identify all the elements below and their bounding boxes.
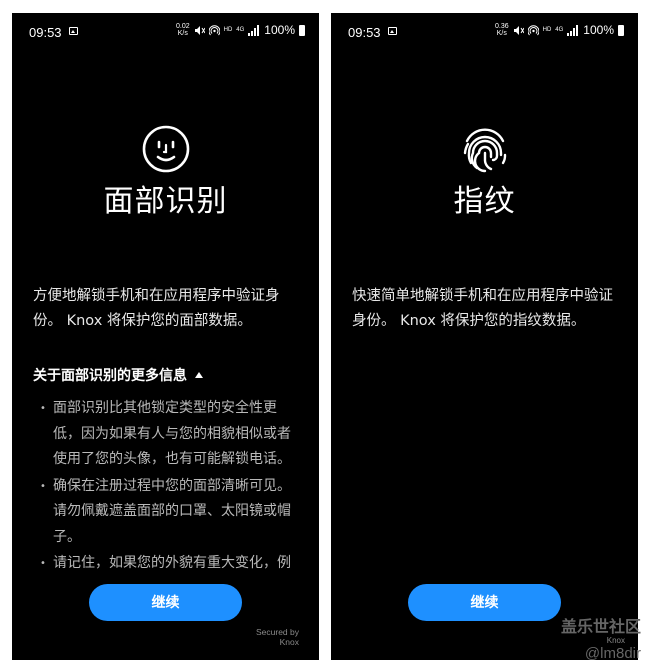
status-icons: 0.36 K/s HD 4G 100% (495, 23, 624, 37)
watermark: 盖乐世社区 Knox @lm8dir (561, 617, 641, 663)
face-recognition-screen: 09:53 0.02 K/s HD 4G 100% 面部识别 方便地解锁手机和在应… (12, 13, 319, 660)
more-info-label: 关于面部识别的更多信息 (33, 368, 187, 384)
battery-icon (299, 24, 305, 36)
watermark-user: @lm8dir (584, 645, 641, 662)
fingerprint-screen: 09:53 0.36 K/s HD 4G 100% 指纹 快速简单地解锁手机和在应… (331, 13, 638, 660)
hotspot-icon (208, 24, 220, 35)
status-bar: 09:53 0.36 K/s HD 4G 100% (331, 13, 638, 51)
fingerprint-icon (463, 128, 506, 173)
mute-icon (194, 25, 205, 35)
signal-icon (567, 24, 579, 36)
secured-by-knox-label: Secured by Knox (256, 627, 299, 647)
status-time: 09:53 (29, 25, 62, 40)
more-info-toggle[interactable]: 关于面部识别的更多信息 (33, 365, 203, 385)
watermark-knox: Knox (606, 636, 625, 645)
network-type: 4G (236, 27, 245, 33)
status-time: 09:53 (348, 25, 381, 40)
network-type: 4G (555, 27, 564, 33)
mute-icon (513, 25, 524, 35)
hd-indicator: HD (223, 27, 233, 33)
list-item: 确保在注册过程中您的面部清晰可见。请勿佩戴遮盖面部的口罩、太阳镜或帽子。 (40, 474, 301, 551)
gallery-notification-icon (388, 27, 397, 35)
battery-icon (618, 24, 624, 36)
page-title: 面部识别 (103, 184, 228, 219)
watermark-site: 盖乐世社区 (560, 617, 641, 636)
network-speed: 0.02 K/s (175, 23, 190, 37)
continue-button[interactable]: 继续 (408, 584, 561, 621)
status-bar: 09:53 0.02 K/s HD 4G 100% (12, 13, 319, 51)
hd-indicator: HD (542, 27, 552, 33)
description-text: 快速简单地解锁手机和在应用程序中验证身份。 Knox 将保护您的指纹数据。 (352, 288, 613, 329)
continue-button[interactable]: 继续 (89, 584, 242, 621)
info-bullet-list: 面部识别比其他锁定类型的安全性更低，因为如果有人与您的相貌相似或者使用了您的头像… (40, 396, 301, 578)
list-item: 面部识别比其他锁定类型的安全性更低，因为如果有人与您的相貌相似或者使用了您的头像… (40, 396, 301, 473)
network-speed: 0.36 K/s (494, 23, 509, 37)
face-smile-icon (142, 125, 189, 173)
list-item: 请记住，如果您的外貌有重大变化，例 (40, 551, 301, 577)
battery-percent: 100% (583, 23, 614, 37)
hotspot-icon (527, 24, 539, 35)
signal-icon (248, 24, 260, 36)
gallery-notification-icon (69, 27, 78, 35)
description-text: 方便地解锁手机和在应用程序中验证身份。 Knox 将保护您的面部数据。 (33, 288, 280, 329)
battery-percent: 100% (264, 23, 295, 37)
chevron-up-icon (195, 372, 203, 378)
page-title: 指纹 (453, 184, 516, 219)
status-icons: 0.02 K/s HD 4G 100% (176, 23, 305, 37)
